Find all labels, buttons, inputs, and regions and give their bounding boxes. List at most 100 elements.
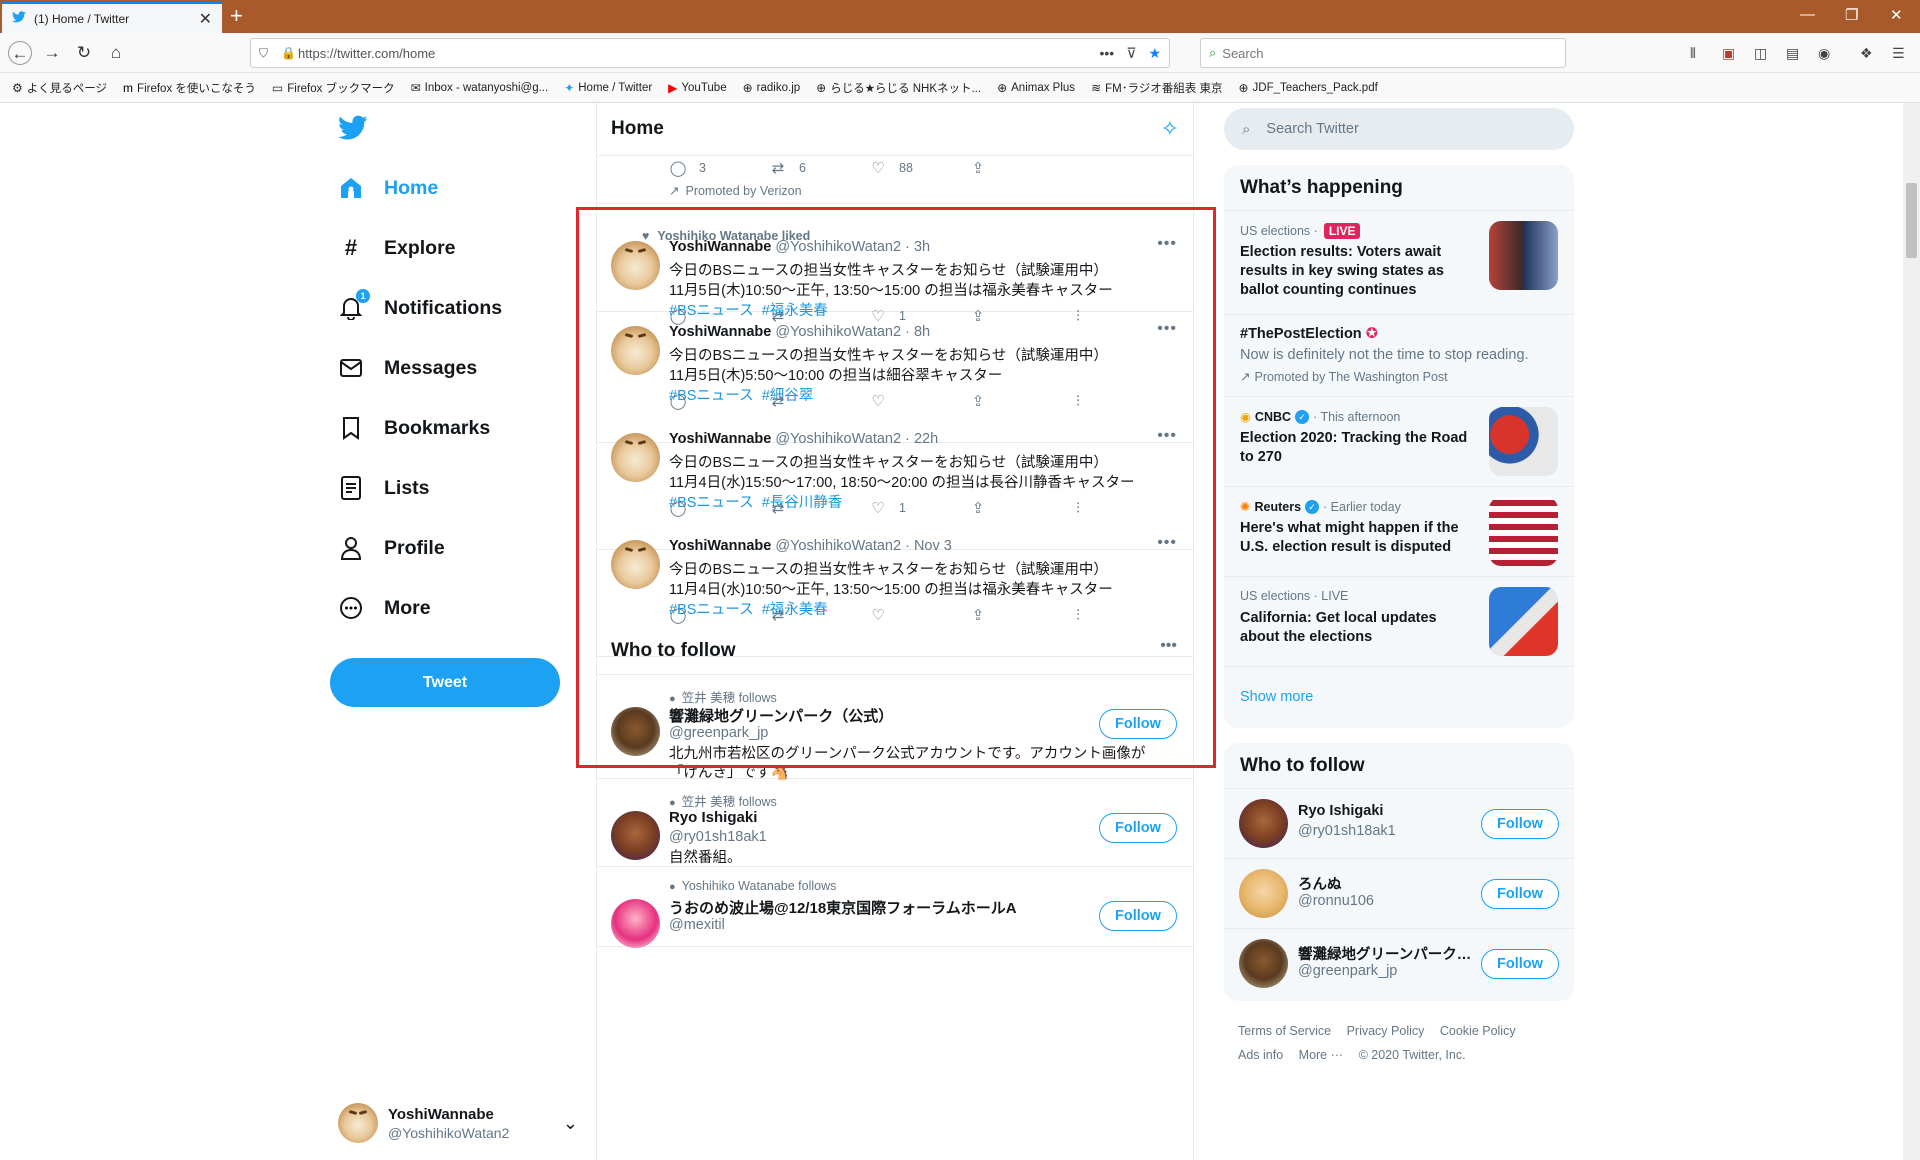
restore-icon[interactable]: ❐ bbox=[1845, 6, 1858, 24]
extension-icon[interactable]: ▤ bbox=[1786, 45, 1799, 62]
trend-item[interactable]: #ThePostElection ✪ Now is definitely not… bbox=[1224, 315, 1574, 397]
like-button[interactable]: ♡ 88 bbox=[869, 159, 969, 177]
nav-bookmarks[interactable]: Bookmarks bbox=[338, 415, 490, 441]
reload-icon[interactable]: ↻ bbox=[72, 41, 96, 65]
bookmark-item[interactable]: ≋ FM･ラジオ番組表 東京 bbox=[1091, 80, 1222, 96]
account-icon[interactable]: ◉ bbox=[1818, 45, 1830, 62]
retweet-button[interactable]: ⇄ bbox=[769, 392, 869, 410]
reply-button[interactable]: ◯ bbox=[669, 606, 769, 624]
bookmark-item[interactable]: ✉ Inbox - watanyoshi@g... bbox=[411, 81, 549, 95]
tweet-author-name[interactable]: YoshiWannabe bbox=[669, 431, 771, 447]
show-more-link[interactable]: Show more bbox=[1240, 689, 1313, 705]
follow-suggestion[interactable]: 響灘緑地グリーンパーク（公式） @greenpark_jp Follow bbox=[1224, 929, 1574, 999]
avatar[interactable] bbox=[611, 433, 660, 482]
bookmark-item[interactable]: m Firefox を使いこなそう bbox=[123, 80, 256, 96]
nav-home[interactable]: Home bbox=[338, 175, 438, 201]
reply-button[interactable]: ◯ bbox=[669, 392, 769, 410]
follow-suggestion[interactable]: ● Yoshihiko Watanabe follows うおのめ波止場@12/18… bbox=[597, 867, 1193, 948]
retweet-button[interactable]: ⇄ bbox=[769, 499, 869, 517]
retweet-button[interactable]: ⇄ bbox=[769, 606, 869, 624]
page-actions-icon[interactable]: ••• bbox=[1099, 45, 1114, 61]
pocket-toolbar-icon[interactable]: ▣ bbox=[1722, 45, 1735, 62]
pocket-icon[interactable]: ⊽ bbox=[1126, 45, 1136, 62]
search-input[interactable]: ⌕ Search Twitter bbox=[1224, 108, 1574, 150]
browser-search-input[interactable]: ⌕ Search bbox=[1200, 38, 1566, 68]
nav-messages[interactable]: Messages bbox=[338, 355, 477, 381]
footer-link[interactable]: Ads info bbox=[1238, 1048, 1283, 1062]
url-bar[interactable]: ⛉ 🔒 https://twitter.com/home ••• ⊽ ★ bbox=[250, 38, 1170, 68]
new-tab-button[interactable]: + bbox=[230, 3, 243, 29]
trend-item[interactable]: ✺ Reuters ✓ · Earlier today Here's what mig… bbox=[1224, 487, 1574, 577]
close-tab-icon[interactable]: ✕ bbox=[199, 9, 212, 29]
twitter-logo-icon[interactable] bbox=[338, 115, 368, 145]
avatar[interactable] bbox=[611, 241, 660, 290]
tweet-author-name[interactable]: YoshiWannabe bbox=[669, 538, 771, 554]
trend-item[interactable]: US elections · LIVE Election results: Vo… bbox=[1224, 211, 1574, 315]
nav-profile[interactable]: Profile bbox=[338, 535, 445, 561]
footer-link[interactable]: Cookie Policy bbox=[1440, 1024, 1516, 1038]
like-button[interactable]: ♡ bbox=[869, 392, 969, 410]
share-button[interactable]: ⇪ bbox=[969, 159, 1009, 177]
analytics-button[interactable]: ⫶ bbox=[1069, 392, 1109, 410]
reply-button[interactable]: ◯ 3 bbox=[669, 159, 769, 177]
avatar[interactable] bbox=[611, 326, 660, 375]
avatar[interactable] bbox=[611, 899, 660, 948]
bookmark-item[interactable]: ⊕ JDF_Teachers_Pack.pdf bbox=[1238, 81, 1377, 95]
like-button[interactable]: ♡ bbox=[869, 606, 969, 624]
minimize-icon[interactable]: — bbox=[1800, 6, 1815, 23]
bookmark-item[interactable]: ▭ Firefox ブックマーク bbox=[272, 80, 395, 96]
bookmark-item[interactable]: ⊕ radiko.jp bbox=[743, 81, 801, 95]
footer-more-link[interactable]: More ··· bbox=[1299, 1048, 1343, 1062]
share-button[interactable]: ⇪ bbox=[969, 392, 1069, 410]
footer-link[interactable]: Terms of Service bbox=[1238, 1024, 1331, 1038]
nav-explore[interactable]: # Explore bbox=[338, 235, 456, 261]
tweet-button[interactable]: Tweet bbox=[330, 658, 560, 707]
share-button[interactable]: ⇪ bbox=[969, 499, 1069, 517]
like-button[interactable]: ♡ 1 bbox=[869, 499, 969, 517]
nav-lists[interactable]: Lists bbox=[338, 475, 430, 501]
sidebar-icon[interactable]: ◫ bbox=[1754, 45, 1767, 62]
follow-button[interactable]: Follow bbox=[1099, 901, 1177, 931]
more-icon[interactable]: ••• bbox=[1157, 235, 1177, 253]
trend-item[interactable]: ◉ CNBC ✓ · This afternoon Election 2020: Tr… bbox=[1224, 397, 1574, 487]
back-icon[interactable]: ← bbox=[8, 41, 32, 65]
more-icon[interactable]: ••• bbox=[1157, 320, 1177, 338]
retweet-button[interactable]: ⇄ 6 bbox=[769, 159, 869, 177]
avatar[interactable] bbox=[611, 811, 660, 860]
follow-suggestion[interactable]: ろんぬ @ronnu106 Follow bbox=[1224, 859, 1574, 929]
more-icon[interactable]: ••• bbox=[1160, 637, 1177, 655]
follow-button[interactable]: Follow bbox=[1481, 809, 1559, 839]
bookmark-item[interactable]: ✦ Home / Twitter bbox=[564, 81, 652, 95]
forward-icon[interactable]: → bbox=[40, 41, 64, 65]
account-switcher[interactable]: YoshiWannabe @YoshihikoWatan2 ⌄ bbox=[338, 1098, 578, 1148]
library-icon[interactable]: ⫴ bbox=[1690, 45, 1696, 62]
nav-notifications[interactable]: 1 Notifications bbox=[338, 289, 502, 321]
browser-tab[interactable]: (1) Home / Twitter ✕ bbox=[2, 2, 222, 33]
follow-button[interactable]: Follow bbox=[1099, 709, 1177, 739]
follow-button[interactable]: Follow bbox=[1481, 879, 1559, 909]
bookmark-item[interactable]: ⊕ Animax Plus bbox=[997, 81, 1075, 95]
more-icon[interactable]: ••• bbox=[1157, 534, 1177, 552]
bookmark-item[interactable]: ⊕ らじる★らじる NHKネット... bbox=[816, 80, 981, 96]
trend-item[interactable]: US elections · LIVE California: Get loca… bbox=[1224, 577, 1574, 667]
avatar[interactable] bbox=[611, 540, 660, 589]
tweet[interactable]: YoshiWannabe @YoshihikoWatan2 · 3h ••• 今日の… bbox=[597, 203, 1193, 325]
close-window-icon[interactable]: ✕ bbox=[1890, 6, 1903, 24]
follow-button[interactable]: Follow bbox=[1481, 949, 1559, 979]
share-button[interactable]: ⇪ bbox=[969, 606, 1069, 624]
home-icon[interactable]: ⌂ bbox=[104, 41, 128, 65]
follow-suggestion[interactable]: ● 笠井 美穂 follows 響灘緑地グリーンパーク（公式） @greenpark_… bbox=[597, 675, 1193, 781]
follow-button[interactable]: Follow bbox=[1099, 813, 1177, 843]
nav-more[interactable]: More bbox=[338, 595, 431, 621]
tweet-author-name[interactable]: YoshiWannabe bbox=[669, 324, 771, 340]
scrollbar-thumb[interactable] bbox=[1906, 183, 1917, 258]
extensions-icon[interactable]: ❖ bbox=[1860, 45, 1873, 62]
more-icon[interactable]: ••• bbox=[1157, 427, 1177, 445]
tweet-author-name[interactable]: YoshiWannabe bbox=[669, 239, 771, 255]
analytics-button[interactable]: ⫶ bbox=[1069, 499, 1109, 517]
analytics-button[interactable]: ⫶ bbox=[1069, 606, 1109, 624]
reply-button[interactable]: ◯ bbox=[669, 499, 769, 517]
vertical-scrollbar[interactable] bbox=[1903, 103, 1920, 1160]
menu-icon[interactable]: ☰ bbox=[1892, 45, 1905, 62]
bookmark-item[interactable]: ▶ YouTube bbox=[668, 81, 726, 95]
